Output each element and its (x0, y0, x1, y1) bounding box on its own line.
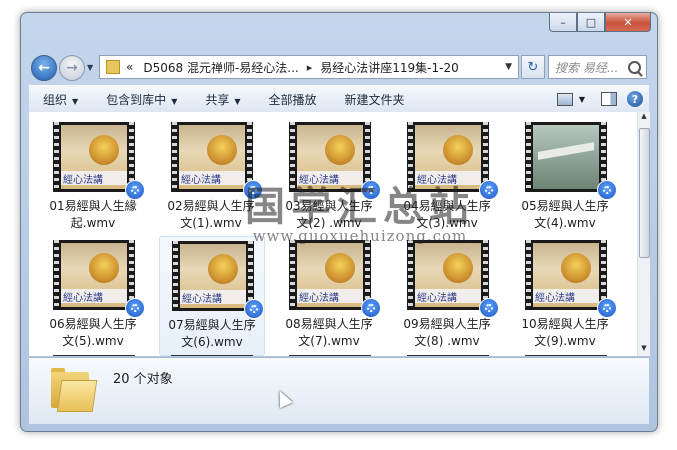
help-icon[interactable]: ? (627, 91, 643, 107)
thumbnail-caption: 經心法講 (533, 289, 599, 303)
file-item[interactable]: 經心法講 10易經與人生序 文(9).wmv (513, 236, 617, 354)
file-name: 02易經與人生序 文(1).wmv (167, 199, 255, 230)
view-options-dropdown-icon[interactable]: ▼ (579, 95, 585, 104)
caption-buttons: – □ ✕ (549, 13, 651, 33)
video-thumbnail (525, 122, 607, 192)
toolbar-right-group: ▼ ? (556, 91, 649, 107)
chevron-down-icon: ▼ (72, 96, 79, 106)
chevron-down-icon: ▼ (234, 96, 241, 106)
thumbnail-caption: 經心法講 (61, 171, 127, 185)
maximize-button[interactable]: □ (577, 13, 605, 32)
file-item[interactable]: 經心法講 02易經與人生序 文(1).wmv (159, 118, 263, 236)
video-thumbnail: 經心法講 (407, 122, 489, 192)
search-placeholder: 搜索 易经... (555, 60, 619, 75)
media-player-icon (361, 298, 381, 318)
item-count: 20 个对象 (113, 372, 173, 387)
thumbnail-caption: 經心法講 (179, 171, 245, 185)
thumbnail-caption: 經心法講 (297, 289, 363, 303)
media-player-icon (125, 180, 145, 200)
include-in-library-menu[interactable]: 包含到库中 ▼ (92, 91, 191, 108)
address-dropdown-icon[interactable]: ▼ (505, 62, 512, 72)
change-view-icon[interactable] (556, 92, 573, 106)
explorer-window: – □ ✕ ← → ▼ « D5068 混元禅师-易经心法... ▸ 易经心法讲… (20, 12, 658, 432)
folder-icon (106, 60, 120, 74)
video-thumbnail: 經心法講 (289, 240, 371, 310)
video-thumbnail: 經心法講 (289, 122, 371, 192)
details-pane: 20 个对象 (29, 357, 649, 424)
video-thumbnail-partial (407, 355, 489, 356)
video-thumbnail-partial (289, 355, 371, 356)
file-item[interactable]: 經心法講 01易經與人生緣 起.wmv (41, 118, 145, 236)
file-item[interactable]: 經心法講 04易經與人生序 文(3).wmv (395, 118, 499, 236)
thumbnail-caption: 經心法講 (415, 289, 481, 303)
file-name: 06易經與人生序 文(5).wmv (49, 317, 137, 348)
organize-menu[interactable]: 组织 ▼ (29, 91, 92, 108)
video-thumbnail: 經心法講 (407, 240, 489, 310)
file-item-selected[interactable]: 經心法講 07易經與人生序 文(6).wmv (159, 236, 265, 356)
close-button[interactable]: ✕ (605, 13, 651, 32)
file-name: 05易經與人生序 文(4).wmv (521, 199, 609, 230)
media-player-icon (479, 180, 499, 200)
media-player-icon (479, 298, 499, 318)
folder-icon (49, 368, 98, 412)
file-list: 經心法講 01易經與人生緣 起.wmv 經心法講 02易經與人生序 文(1).wmv… (29, 112, 637, 356)
search-input[interactable]: 搜索 易经... (548, 55, 647, 79)
video-thumbnail: 經心法講 (171, 122, 253, 192)
minimize-button[interactable]: – (549, 13, 577, 32)
media-player-icon (361, 180, 381, 200)
include-in-library-label: 包含到库中 (106, 92, 167, 107)
file-name: 07易經與人生序 文(6).wmv (168, 318, 256, 349)
thumbnail-caption: 經心法講 (180, 290, 246, 304)
scroll-down-icon[interactable]: ▼ (638, 344, 650, 356)
video-thumbnail-partial (53, 355, 135, 356)
address-overflow-chevron[interactable]: « (126, 60, 133, 74)
file-name: 09易經與人生序 文(8) .wmv (403, 317, 491, 348)
file-item[interactable]: 經心法講 08易經與人生序 文(7).wmv (277, 236, 381, 354)
media-player-icon (597, 298, 617, 318)
forward-button[interactable]: → (59, 55, 85, 81)
scroll-thumb[interactable] (639, 128, 650, 258)
vertical-scrollbar[interactable]: ▲ ▼ (637, 112, 650, 356)
file-item[interactable]: 05易經與人生序 文(4).wmv (513, 118, 617, 236)
file-item[interactable]: 經心法講 03易經與人生序 文(2) .wmv (277, 118, 381, 236)
recent-pages-dropdown-icon[interactable]: ▼ (87, 63, 93, 72)
thumbnail-caption: 經心法講 (61, 289, 127, 303)
file-name: 08易經與人生序 文(7).wmv (285, 317, 373, 348)
file-name: 10易經與人生序 文(9).wmv (521, 317, 609, 348)
media-player-icon (243, 180, 263, 200)
file-item[interactable]: 經心法講 09易經與人生序 文(8) .wmv (395, 236, 499, 354)
new-folder-button[interactable]: 新建文件夹 (331, 91, 419, 108)
chevron-down-icon: ▼ (171, 96, 178, 106)
video-thumbnail: 經心法講 (53, 122, 135, 192)
play-all-button[interactable]: 全部播放 (255, 91, 331, 108)
command-bar: 组织 ▼ 包含到库中 ▼ 共享 ▼ 全部播放 新建文件夹 ▼ ? (29, 85, 649, 113)
file-name: 01易經與人生緣 起.wmv (49, 199, 137, 230)
address-bar[interactable]: « D5068 混元禅师-易经心法... ▸ 易经心法讲座119集-1-20 ▼ (99, 55, 519, 79)
video-thumbnail: 經心法講 (53, 240, 135, 310)
breadcrumb-parent[interactable]: D5068 混元禅师-易经心法... (143, 59, 298, 76)
video-thumbnail-partial (171, 355, 253, 356)
video-thumbnail: 經心法講 (172, 241, 254, 311)
media-player-icon (125, 298, 145, 318)
thumbnail-caption: 經心法講 (297, 171, 363, 185)
share-menu[interactable]: 共享 ▼ (191, 91, 254, 108)
search-icon[interactable] (628, 60, 641, 74)
breadcrumb-separator-icon[interactable]: ▸ (307, 61, 313, 74)
media-player-icon (597, 180, 617, 200)
refresh-button[interactable]: ↻ (521, 55, 545, 79)
thumbnail-caption: 經心法講 (415, 171, 481, 185)
file-name: 04易經與人生序 文(3).wmv (403, 199, 491, 230)
share-label: 共享 (205, 92, 230, 107)
video-thumbnail-partial (525, 355, 607, 356)
media-player-icon (244, 299, 264, 319)
file-item[interactable]: 經心法講 06易經與人生序 文(5).wmv (41, 236, 145, 354)
breadcrumb-current[interactable]: 易经心法讲座119集-1-20 (320, 59, 458, 76)
back-button[interactable]: ← (31, 55, 57, 81)
scroll-up-icon[interactable]: ▲ (638, 112, 650, 124)
video-thumbnail: 經心法講 (525, 240, 607, 310)
file-name: 03易經與人生序 文(2) .wmv (285, 199, 373, 230)
organize-label: 组织 (43, 92, 68, 107)
preview-pane-icon[interactable] (601, 92, 617, 106)
